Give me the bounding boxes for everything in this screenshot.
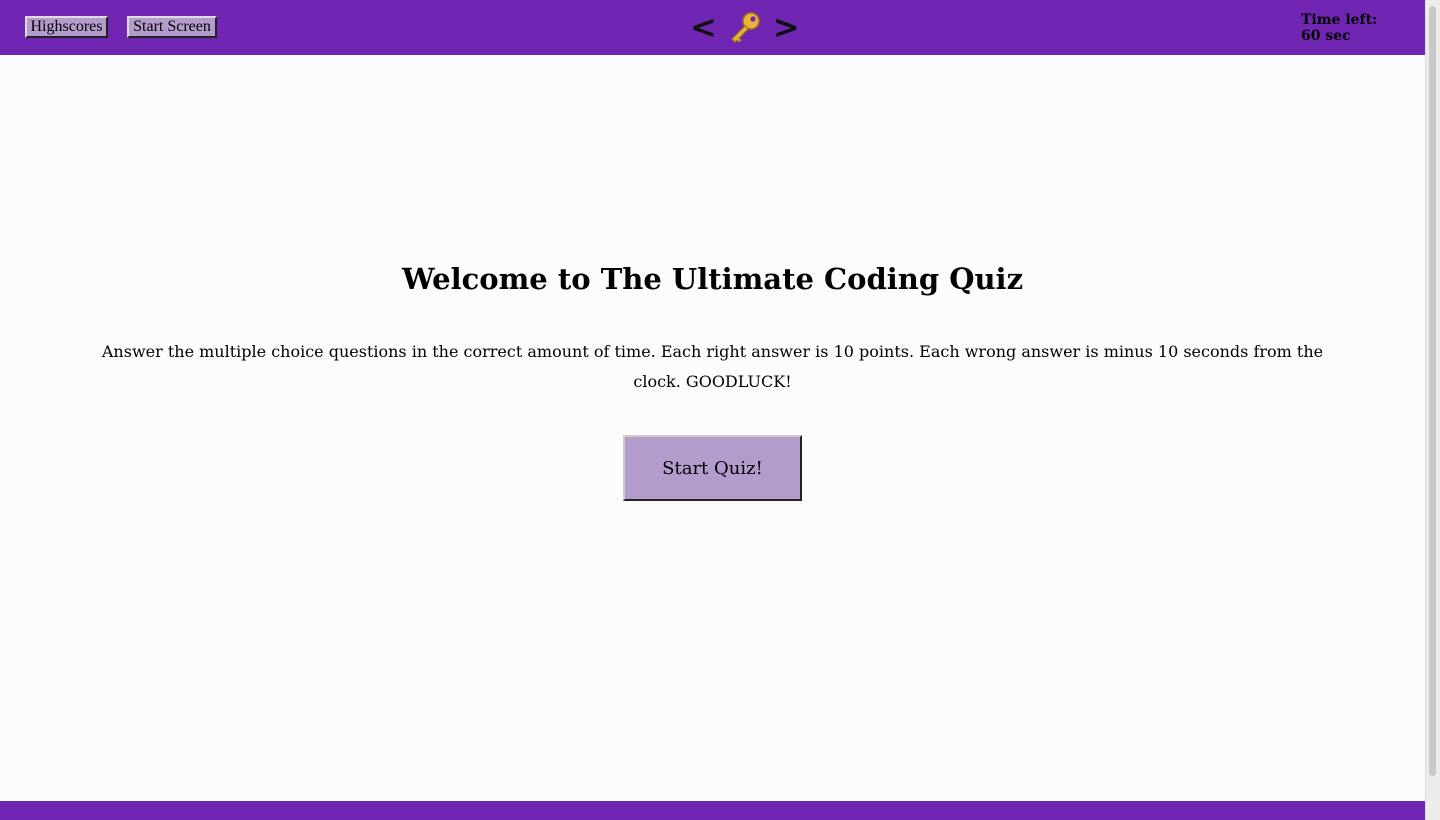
key-icon — [730, 12, 760, 43]
logo: < > — [690, 4, 800, 50]
scrollbar-thumb[interactable] — [1429, 6, 1436, 776]
timer-label: Time left: — [1301, 12, 1378, 28]
header-bar: Highscores Start Screen < > Time left: 6… — [0, 0, 1425, 55]
quiz-description: Answer the multiple choice questions in … — [101, 342, 1324, 391]
vertical-scrollbar[interactable] — [1425, 0, 1440, 820]
timer: Time left: 60 sec — [1301, 12, 1377, 44]
start-screen-button[interactable]: Start Screen — [127, 16, 217, 38]
start-quiz-button[interactable]: Start Quiz! — [623, 435, 802, 501]
main-content: Welcome to The Ultimate Coding Quiz Answ… — [0, 55, 1425, 801]
highscores-button[interactable]: Highscores — [25, 16, 108, 38]
page-title: Welcome to The Ultimate Coding Quiz — [401, 262, 1024, 296]
timer-value: 60 sec — [1301, 28, 1351, 44]
logo-right-bracket: > — [772, 8, 800, 46]
footer-bar — [0, 801, 1425, 820]
logo-left-bracket: < — [690, 8, 717, 46]
